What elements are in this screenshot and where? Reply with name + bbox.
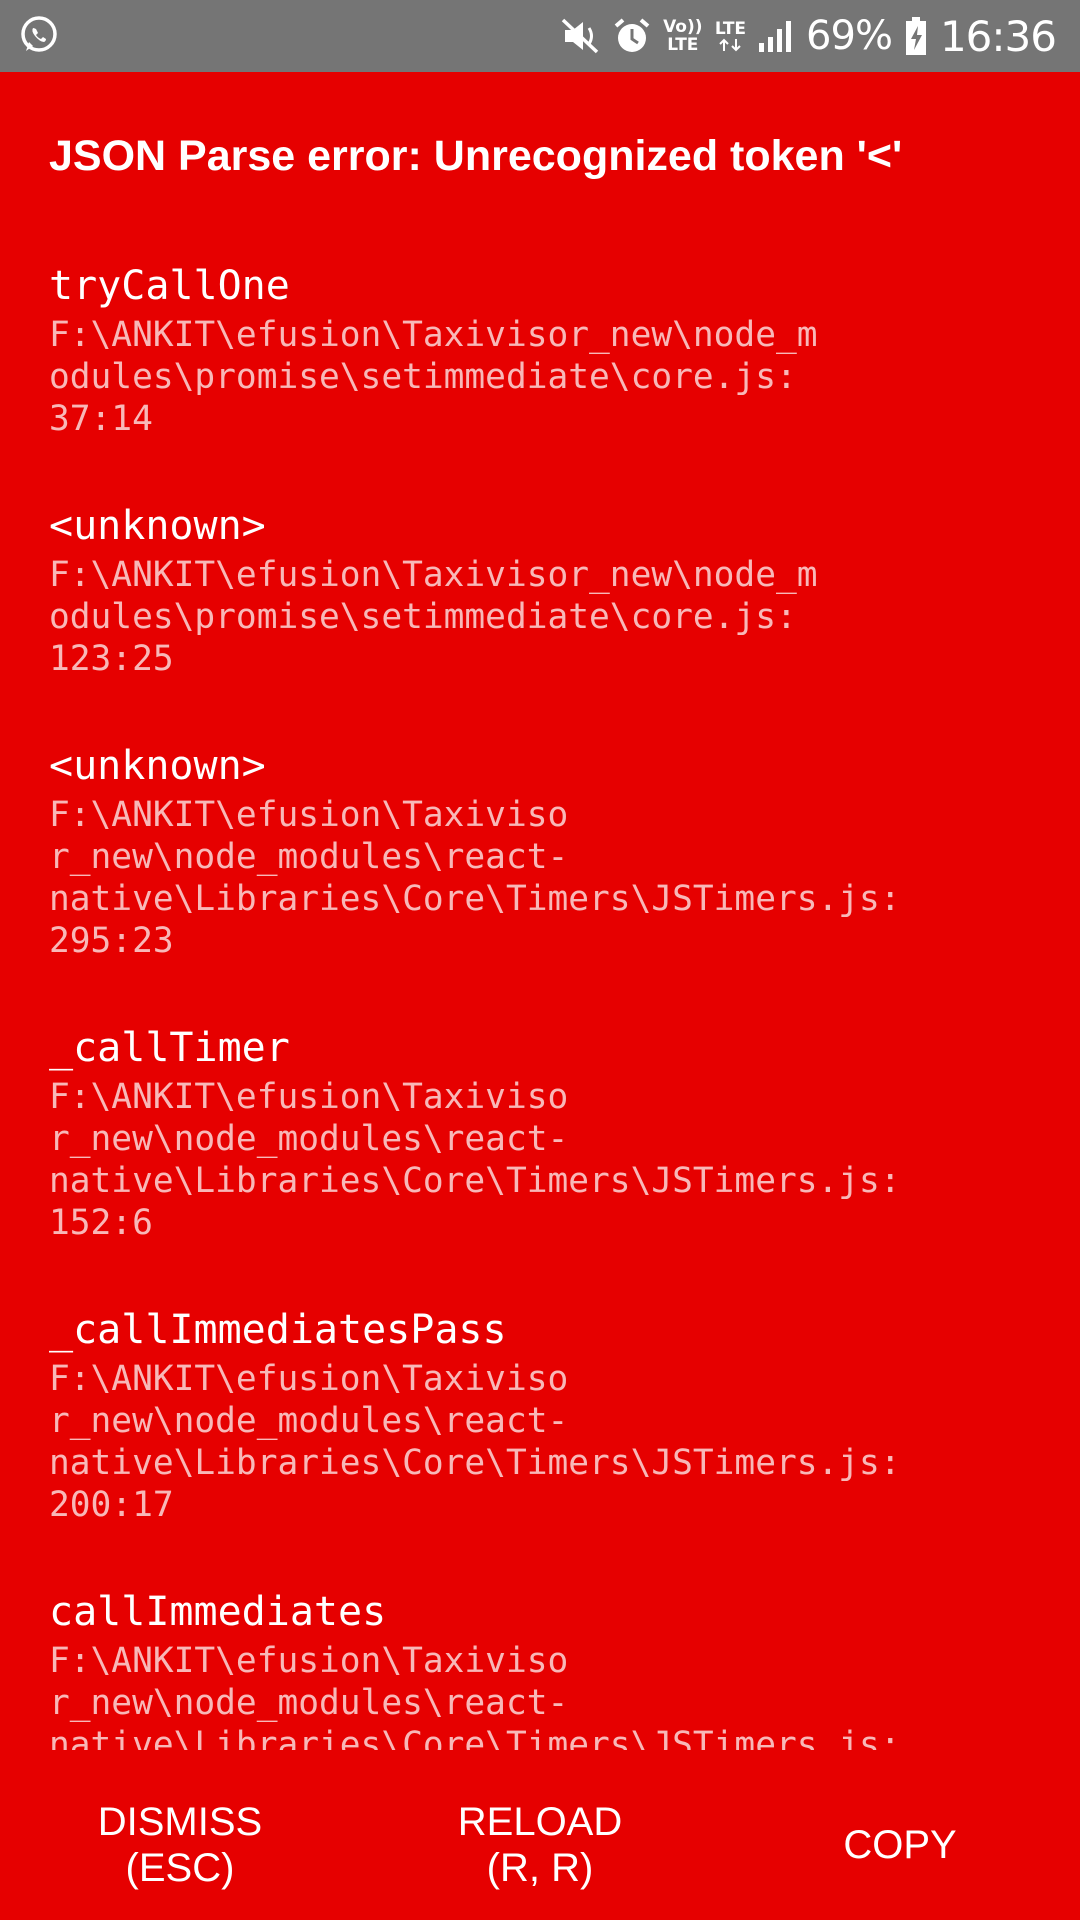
stack-frame[interactable]: tryCallOne F:\ANKIT\efusion\Taxivisor_ne… <box>49 258 1049 440</box>
clock: 16:36 <box>939 11 1057 61</box>
whatsapp-icon <box>18 14 60 56</box>
mute-icon <box>561 18 601 54</box>
frame-method: callImmediates <box>49 1589 387 1635</box>
status-bar: Vo)) LTE LTE 69% 16:36 <box>0 0 1080 72</box>
stack-frame[interactable]: _callTimer F:\ANKIT\efusion\Taxiviso r_n… <box>49 1020 1049 1244</box>
dismiss-button[interactable]: DISMISS (ESC) <box>0 1770 360 1920</box>
frame-file: F:\ANKIT\efusion\Taxiviso r_new\node_mod… <box>49 1077 901 1243</box>
frame-method: <unknown> <box>49 743 266 789</box>
frame-method: _callImmediatesPass <box>49 1307 507 1353</box>
alarm-icon <box>613 17 651 55</box>
frame-file: F:\ANKIT\efusion\Taxiviso r_new\node_mod… <box>49 1641 901 1750</box>
volte-icon: Vo)) LTE <box>663 17 703 55</box>
battery-charging-icon <box>904 16 928 56</box>
frame-file: F:\ANKIT\efusion\Taxivisor_new\node_m od… <box>49 555 818 679</box>
stack-frame[interactable]: callImmediates F:\ANKIT\efusion\Taxiviso… <box>49 1584 1049 1750</box>
frame-file: F:\ANKIT\efusion\Taxiviso r_new\node_mod… <box>49 1359 901 1525</box>
reload-button[interactable]: RELOAD (R, R) <box>360 1770 720 1920</box>
frame-method: <unknown> <box>49 503 266 549</box>
error-title: JSON Parse error: Unrecognized token '<' <box>49 132 903 180</box>
signal-icon <box>758 19 794 53</box>
stack-frame[interactable]: _callImmediatesPass F:\ANKIT\efusion\Tax… <box>49 1302 1049 1526</box>
stack-frame[interactable]: <unknown> F:\ANKIT\efusion\Taxiviso r_ne… <box>49 738 1049 962</box>
frame-file: F:\ANKIT\efusion\Taxiviso r_new\node_mod… <box>49 795 901 961</box>
frame-file: F:\ANKIT\efusion\Taxivisor_new\node_m od… <box>49 315 818 439</box>
frame-method: _callTimer <box>49 1025 290 1071</box>
stack-trace[interactable]: tryCallOne F:\ANKIT\efusion\Taxivisor_ne… <box>49 258 1049 1750</box>
redbox-footer: DISMISS (ESC) RELOAD (R, R) COPY <box>0 1770 1080 1920</box>
battery-percent: 69% <box>806 13 893 59</box>
lte-icon: LTE <box>715 20 746 52</box>
stack-frame[interactable]: <unknown> F:\ANKIT\efusion\Taxivisor_new… <box>49 498 1049 680</box>
frame-method: tryCallOne <box>49 263 290 309</box>
copy-button[interactable]: COPY <box>720 1770 1080 1920</box>
